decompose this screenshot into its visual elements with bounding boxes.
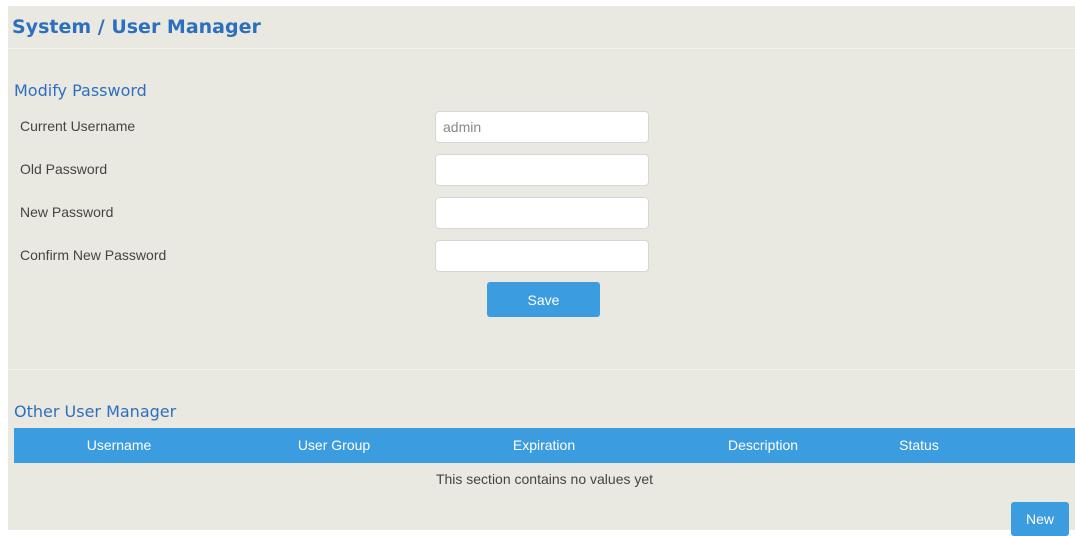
new-user-button[interactable]: New <box>1011 502 1069 536</box>
new-password-label: New Password <box>20 204 114 220</box>
section-divider <box>8 369 1075 370</box>
confirm-password-label: Confirm New Password <box>20 247 167 263</box>
modify-password-title: Modify Password <box>14 81 147 100</box>
old-password-field[interactable] <box>435 154 649 186</box>
old-password-label: Old Password <box>20 161 108 177</box>
column-header-user-group[interactable]: User Group <box>274 428 394 463</box>
column-header-expiration[interactable]: Expiration <box>484 428 604 463</box>
current-username-label: Current Username <box>20 118 136 134</box>
page-title: System / User Manager <box>12 16 261 38</box>
header-divider <box>8 48 1075 49</box>
column-header-description[interactable]: Description <box>698 428 828 463</box>
confirm-password-field[interactable] <box>435 240 649 272</box>
users-table-header: Username User Group Expiration Descripti… <box>14 428 1075 463</box>
table-empty-message: This section contains no values yet <box>435 471 654 487</box>
save-button[interactable]: Save <box>487 282 600 317</box>
new-password-field[interactable] <box>435 197 649 229</box>
other-user-manager-title: Other User Manager <box>14 402 177 421</box>
column-header-status[interactable]: Status <box>869 428 969 463</box>
column-header-username[interactable]: Username <box>64 428 174 463</box>
current-username-field[interactable] <box>435 111 649 143</box>
content-panel: System / User Manager Modify Password Cu… <box>8 6 1075 536</box>
